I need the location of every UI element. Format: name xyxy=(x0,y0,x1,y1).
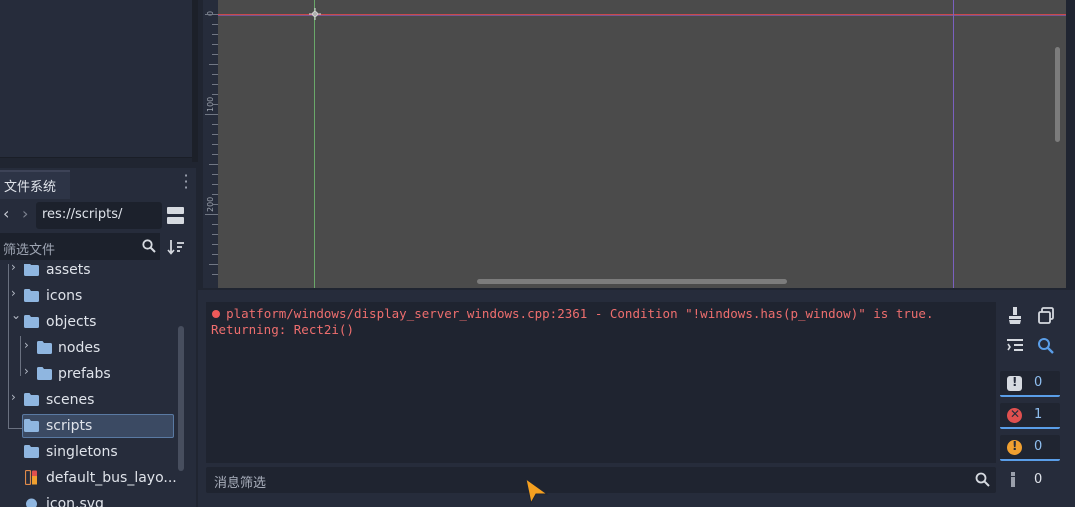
search-toggle-icon[interactable] xyxy=(1035,335,1057,357)
search-icon xyxy=(975,472,990,487)
back-arrow-icon[interactable]: ‹ xyxy=(3,204,9,223)
tree-item-scenes[interactable]: › scenes xyxy=(0,388,180,414)
tree-item-label: nodes xyxy=(58,340,101,356)
folder-icon xyxy=(24,315,39,328)
tree-item-prefabs[interactable]: › prefabs xyxy=(0,362,180,388)
folder-icon xyxy=(24,264,39,276)
log-line-2: Returning: Rect2i() xyxy=(211,322,354,337)
mouse-cursor-icon xyxy=(525,478,549,504)
y-axis-line xyxy=(314,0,315,288)
tree-item-default-bus-layout[interactable]: default_bus_layo... xyxy=(0,466,180,492)
folder-icon xyxy=(24,393,39,406)
expand-arrow-icon[interactable]: › xyxy=(11,264,23,274)
folder-icon xyxy=(37,341,52,354)
message-filter-placeholder: 消息筛选 xyxy=(214,476,267,491)
vertical-ruler: 0 100 200 xyxy=(203,0,219,288)
tree-item-label: assets xyxy=(46,264,91,278)
warning-icon: ! xyxy=(1007,439,1022,455)
warning-count: 0 xyxy=(1034,439,1043,454)
message-icon: ! xyxy=(1007,375,1022,391)
message-filter-input[interactable]: 消息筛选 xyxy=(206,467,996,493)
editor-message-toggle[interactable]: 0 xyxy=(1000,467,1060,493)
error-icon: ✕ xyxy=(1007,407,1022,423)
path-input-value: res://scripts/ xyxy=(42,207,123,222)
tree-item-icon-svg[interactable]: icon.svg xyxy=(0,492,180,507)
search-icon xyxy=(142,239,156,253)
tree-item-label: singletons xyxy=(46,444,118,460)
origin-crosshair-icon xyxy=(309,8,321,20)
tree-item-label: scripts xyxy=(46,418,93,434)
expand-arrow-icon[interactable]: › xyxy=(24,338,36,352)
tree-item-label: icons xyxy=(46,288,83,304)
error-count-toggle[interactable]: ✕ 1 xyxy=(1000,403,1060,429)
tree-item-label: icon.svg xyxy=(46,496,104,507)
tree-item-label: default_bus_layo... xyxy=(46,470,177,486)
file-filter-placeholder: 筛选文件 xyxy=(3,243,56,258)
audio-bus-icon xyxy=(25,470,37,485)
viewport-canvas[interactable] xyxy=(218,0,1066,288)
screen-right-edge-line xyxy=(953,0,954,288)
expand-arrow-icon[interactable]: › xyxy=(11,390,23,404)
folder-icon xyxy=(37,367,52,380)
tree-item-label: scenes xyxy=(46,392,95,408)
copy-icon[interactable] xyxy=(1035,305,1057,327)
viewport-horizontal-scrollbar[interactable] xyxy=(477,279,787,284)
collapse-arrow-icon[interactable]: ⌄ xyxy=(11,308,23,322)
log-line-1: platform/windows/display_server_windows.… xyxy=(226,306,934,321)
file-tree[interactable]: › assets › icons ⌄ objects › nodes › pre… xyxy=(0,264,180,507)
tree-item-assets[interactable]: › assets xyxy=(0,264,180,284)
message-count-toggle[interactable]: ! 0 xyxy=(1000,371,1060,397)
tree-item-icons[interactable]: › icons xyxy=(0,284,180,310)
folder-icon xyxy=(24,419,39,432)
tree-item-scripts[interactable]: scripts xyxy=(0,414,180,440)
editor-message-icon xyxy=(1011,472,1015,487)
forward-arrow-icon[interactable]: › xyxy=(22,204,28,223)
log-message: platform/windows/display_server_windows.… xyxy=(211,306,991,338)
tree-item-label: objects xyxy=(46,314,97,330)
screen-top-line xyxy=(218,15,1066,16)
tree-scrollbar-thumb[interactable] xyxy=(178,326,184,471)
scene-tree-panel xyxy=(0,0,192,158)
error-count: 1 xyxy=(1034,407,1043,422)
path-input[interactable]: res://scripts/ xyxy=(36,202,162,229)
message-count: 0 xyxy=(1034,375,1043,390)
tree-item-objects[interactable]: ⌄ objects xyxy=(0,308,180,336)
split-layout-icon[interactable] xyxy=(167,207,184,224)
collapse-lines-icon[interactable] xyxy=(1004,335,1026,357)
dock-menu-icon[interactable]: · · · xyxy=(182,168,190,196)
editor-message-count: 0 xyxy=(1034,472,1043,487)
warning-count-toggle[interactable]: ! 0 xyxy=(1000,435,1060,461)
status-bar xyxy=(198,497,1075,507)
tab-filesystem[interactable]: 文件系统 xyxy=(0,170,70,199)
tree-item-label: prefabs xyxy=(58,366,111,382)
tree-item-singletons[interactable]: singletons xyxy=(0,440,180,466)
expand-arrow-icon[interactable]: › xyxy=(11,286,23,300)
file-filter-input[interactable]: 筛选文件 xyxy=(0,233,160,260)
expand-arrow-icon[interactable]: › xyxy=(24,364,36,378)
selection-highlight xyxy=(22,414,174,438)
viewport-vertical-scrollbar[interactable] xyxy=(1055,47,1060,142)
clear-log-icon[interactable] xyxy=(1004,305,1026,327)
folder-icon xyxy=(24,289,39,302)
svg-file-icon xyxy=(26,498,37,507)
tab-filesystem-label: 文件系统 xyxy=(4,180,57,195)
sort-icon[interactable] xyxy=(167,238,185,256)
tree-item-nodes[interactable]: › nodes xyxy=(0,336,180,362)
folder-icon xyxy=(24,445,39,458)
